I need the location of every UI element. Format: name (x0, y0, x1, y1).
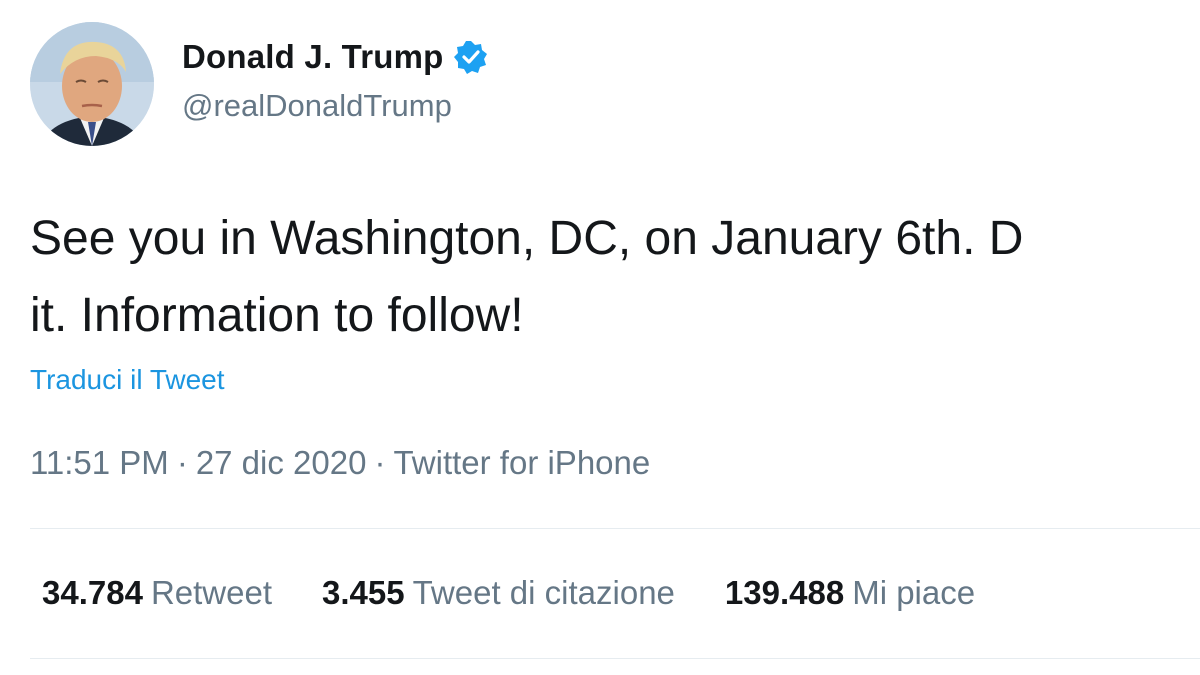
divider (30, 658, 1200, 659)
tweet-text-line-2: it. Information to follow! (30, 289, 524, 340)
like-count: 139.488 (724, 574, 845, 611)
engagement-stats: 34.784 Retweet 3.455 Tweet di citazione 13… (42, 574, 1025, 612)
quote-tweet-count: 3.455 (322, 574, 405, 611)
tweet-text: See you in Washington, DC, on January 6t… (30, 200, 1200, 340)
meta-separator: · (176, 444, 188, 481)
quote-tweet-stat[interactable]: 3.455 Tweet di citazione (322, 574, 675, 612)
like-label: Mi piace (852, 574, 976, 611)
tweet-time[interactable]: 11:51 PM (30, 444, 169, 481)
retweet-stat[interactable]: 34.784 Retweet (42, 574, 272, 612)
verified-badge-icon (453, 40, 488, 74)
tweet-metadata: 11:51 PM · 27 dic 2020 · Twitter for iPhone (30, 444, 650, 482)
meta-separator: · (374, 444, 386, 481)
retweet-label: Retweet (150, 574, 272, 611)
tweet-date[interactable]: 27 dic 2020 (196, 444, 367, 481)
tweet-source[interactable]: Twitter for iPhone (393, 444, 650, 481)
author-handle[interactable]: @realDonaldTrump (182, 88, 452, 124)
quote-tweet-label: Tweet di citazione (412, 574, 675, 611)
like-stat[interactable]: 139.488 Mi piace (725, 574, 975, 612)
divider (30, 528, 1200, 529)
retweet-count: 34.784 (42, 574, 143, 611)
translate-tweet-link[interactable]: Traduci il Tweet (30, 364, 225, 396)
tweet-text-line-1: See you in Washington, DC, on January 6t… (30, 212, 1024, 265)
profile-avatar[interactable] (30, 22, 154, 146)
avatar-portrait (30, 22, 154, 146)
author-display-name[interactable]: Donald J. Trump (182, 38, 444, 76)
author-name-row: Donald J. Trump (182, 38, 488, 76)
